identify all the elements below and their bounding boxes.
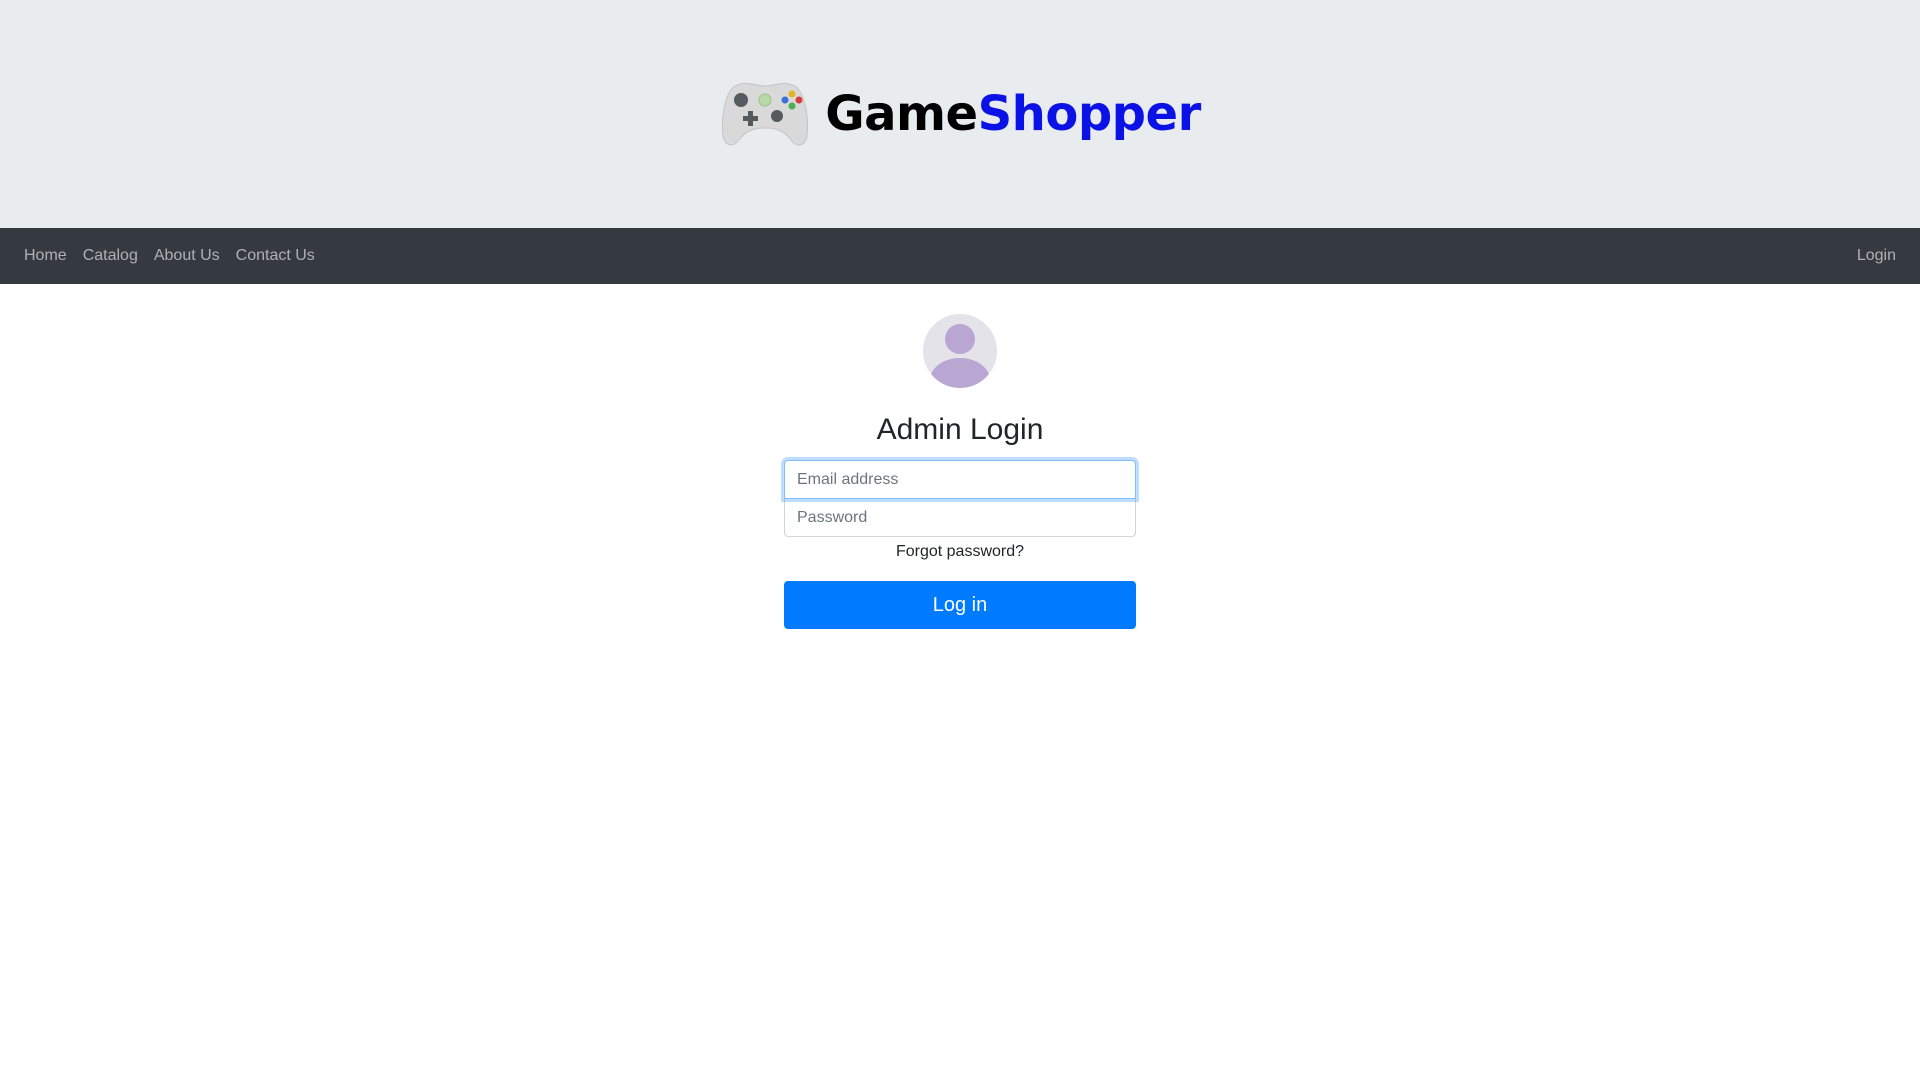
hero-banner: GameShopper bbox=[0, 0, 1920, 228]
password-field[interactable] bbox=[784, 498, 1136, 537]
nav-link-contact-us[interactable]: Contact Us bbox=[236, 247, 315, 265]
brand-name: GameShopper bbox=[825, 90, 1201, 138]
email-field[interactable] bbox=[784, 460, 1136, 499]
login-form: Admin Login Forgot password? Log in bbox=[784, 284, 1136, 629]
nav-link-home[interactable]: Home bbox=[24, 247, 67, 265]
gamepad-icon bbox=[722, 82, 809, 146]
user-avatar-icon bbox=[923, 314, 997, 388]
forgot-password-link[interactable]: Forgot password? bbox=[896, 543, 1024, 561]
brand-name-part2: Shopper bbox=[977, 86, 1202, 142]
login-button[interactable]: Log in bbox=[784, 581, 1136, 629]
login-title: Admin Login bbox=[876, 413, 1044, 446]
brand-name-part1: Game bbox=[825, 86, 978, 142]
nav-links: Home Catalog About Us Contact Us bbox=[24, 247, 315, 265]
nav-link-catalog[interactable]: Catalog bbox=[83, 247, 138, 265]
main-navbar: Home Catalog About Us Contact Us Login bbox=[0, 228, 1920, 284]
site-logo[interactable]: GameShopper bbox=[719, 78, 1201, 150]
nav-link-login[interactable]: Login bbox=[1857, 247, 1896, 264]
nav-right: Login bbox=[1857, 247, 1896, 265]
nav-link-about-us[interactable]: About Us bbox=[154, 247, 220, 265]
